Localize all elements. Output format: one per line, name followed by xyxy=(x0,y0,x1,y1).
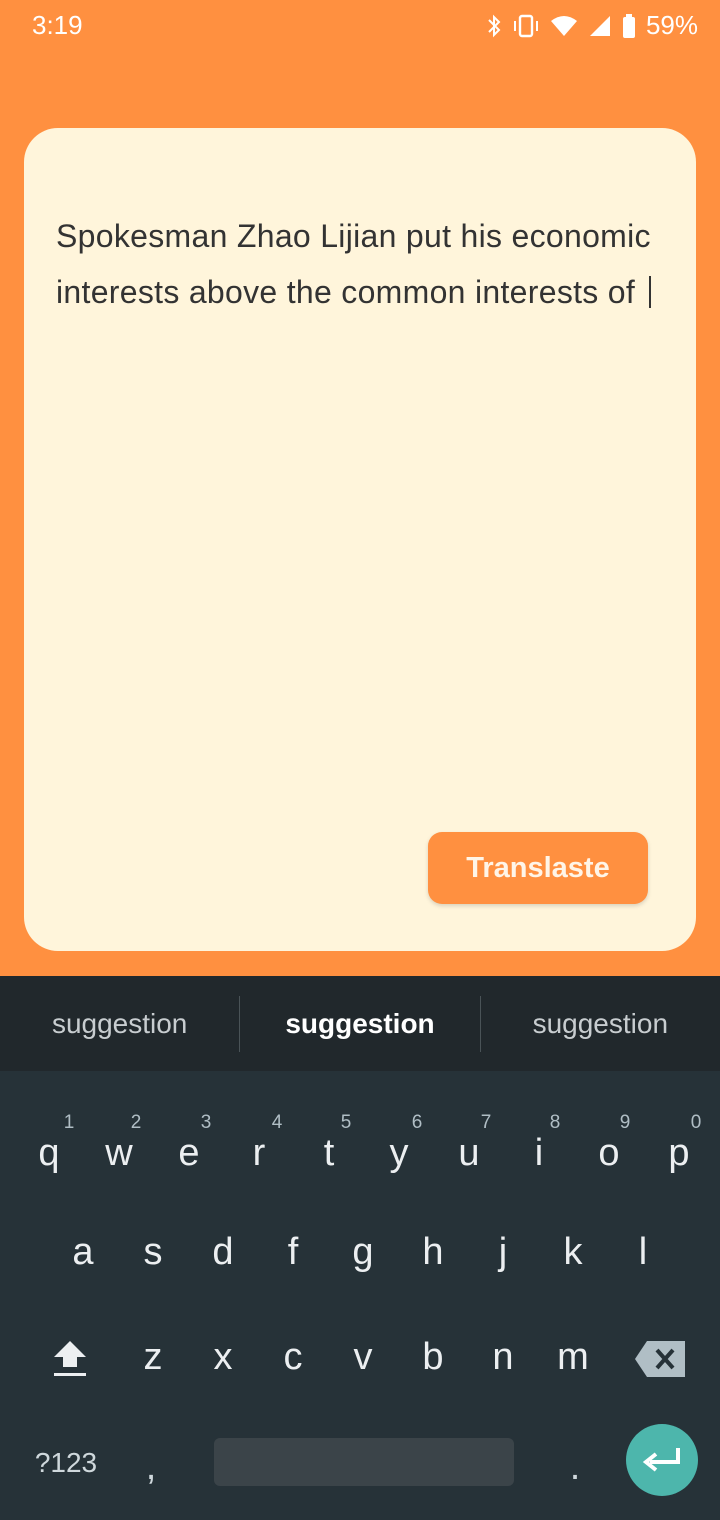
battery-icon xyxy=(622,13,635,38)
key-k[interactable]: k xyxy=(543,1217,603,1287)
key-x[interactable]: x xyxy=(193,1322,253,1392)
key-d[interactable]: d xyxy=(193,1217,253,1287)
enter-key[interactable] xyxy=(626,1424,698,1496)
suggestion-left[interactable]: suggestion xyxy=(0,1008,239,1040)
suggestion-right[interactable]: suggestion xyxy=(481,1008,720,1040)
battery-percent: 59% xyxy=(645,10,698,40)
key-n[interactable]: n xyxy=(473,1322,533,1392)
suggestion-middle[interactable]: suggestion xyxy=(240,1008,479,1040)
key-hint: 1 xyxy=(63,1112,75,1133)
key-hint: 9 xyxy=(619,1112,631,1133)
input-text: Spokesman Zhao Lijian put his economic i… xyxy=(56,218,651,310)
shift-key[interactable] xyxy=(40,1324,100,1394)
key-g[interactable]: g xyxy=(333,1217,393,1287)
suggestion-strip: suggestion suggestion suggestion xyxy=(0,976,720,1071)
translate-button[interactable]: Translaste xyxy=(428,832,648,904)
backspace-icon xyxy=(635,1341,685,1377)
key-l[interactable]: l xyxy=(613,1217,673,1287)
key-hint: 3 xyxy=(200,1112,212,1133)
key-h[interactable]: h xyxy=(403,1217,463,1287)
key-f[interactable]: f xyxy=(263,1217,323,1287)
key-hint: 0 xyxy=(690,1112,702,1133)
key-a[interactable]: a xyxy=(53,1217,113,1287)
keyboard: suggestion suggestion suggestion q w e r… xyxy=(0,976,720,1520)
key-z[interactable]: z xyxy=(123,1322,183,1392)
translate-card: Spokesman Zhao Lijian put his economic i… xyxy=(24,128,696,951)
key-j[interactable]: j xyxy=(473,1217,533,1287)
key-m[interactable]: m xyxy=(543,1322,603,1392)
vibrate-icon xyxy=(513,14,538,37)
key-b[interactable]: b xyxy=(403,1322,463,1392)
bluetooth-icon xyxy=(488,14,501,37)
symbols-key[interactable]: ?123 xyxy=(26,1428,106,1498)
space-bar[interactable] xyxy=(214,1438,514,1486)
key-hint: 5 xyxy=(340,1112,352,1133)
wifi-icon xyxy=(550,15,577,36)
backspace-key[interactable] xyxy=(630,1324,690,1394)
key-hint: 2 xyxy=(130,1112,142,1133)
key-hint: 7 xyxy=(480,1112,492,1133)
text-input[interactable]: Spokesman Zhao Lijian put his economic i… xyxy=(56,208,656,320)
status-bar: 3:19 59% xyxy=(0,0,720,50)
key-c[interactable]: c xyxy=(263,1322,323,1392)
text-cursor xyxy=(649,276,652,308)
key-v[interactable]: v xyxy=(333,1322,393,1392)
enter-icon xyxy=(642,1448,680,1472)
comma-key[interactable]: , xyxy=(121,1432,181,1502)
period-key[interactable]: . xyxy=(545,1432,605,1502)
key-s[interactable]: s xyxy=(123,1217,183,1287)
status-time: 3:19 xyxy=(32,10,83,40)
shift-icon xyxy=(54,1341,86,1376)
signal-icon xyxy=(589,15,610,36)
key-hint: 8 xyxy=(549,1112,561,1133)
status-icons: 59% xyxy=(486,10,698,41)
key-hint: 6 xyxy=(411,1112,423,1133)
key-hint: 4 xyxy=(271,1112,283,1133)
